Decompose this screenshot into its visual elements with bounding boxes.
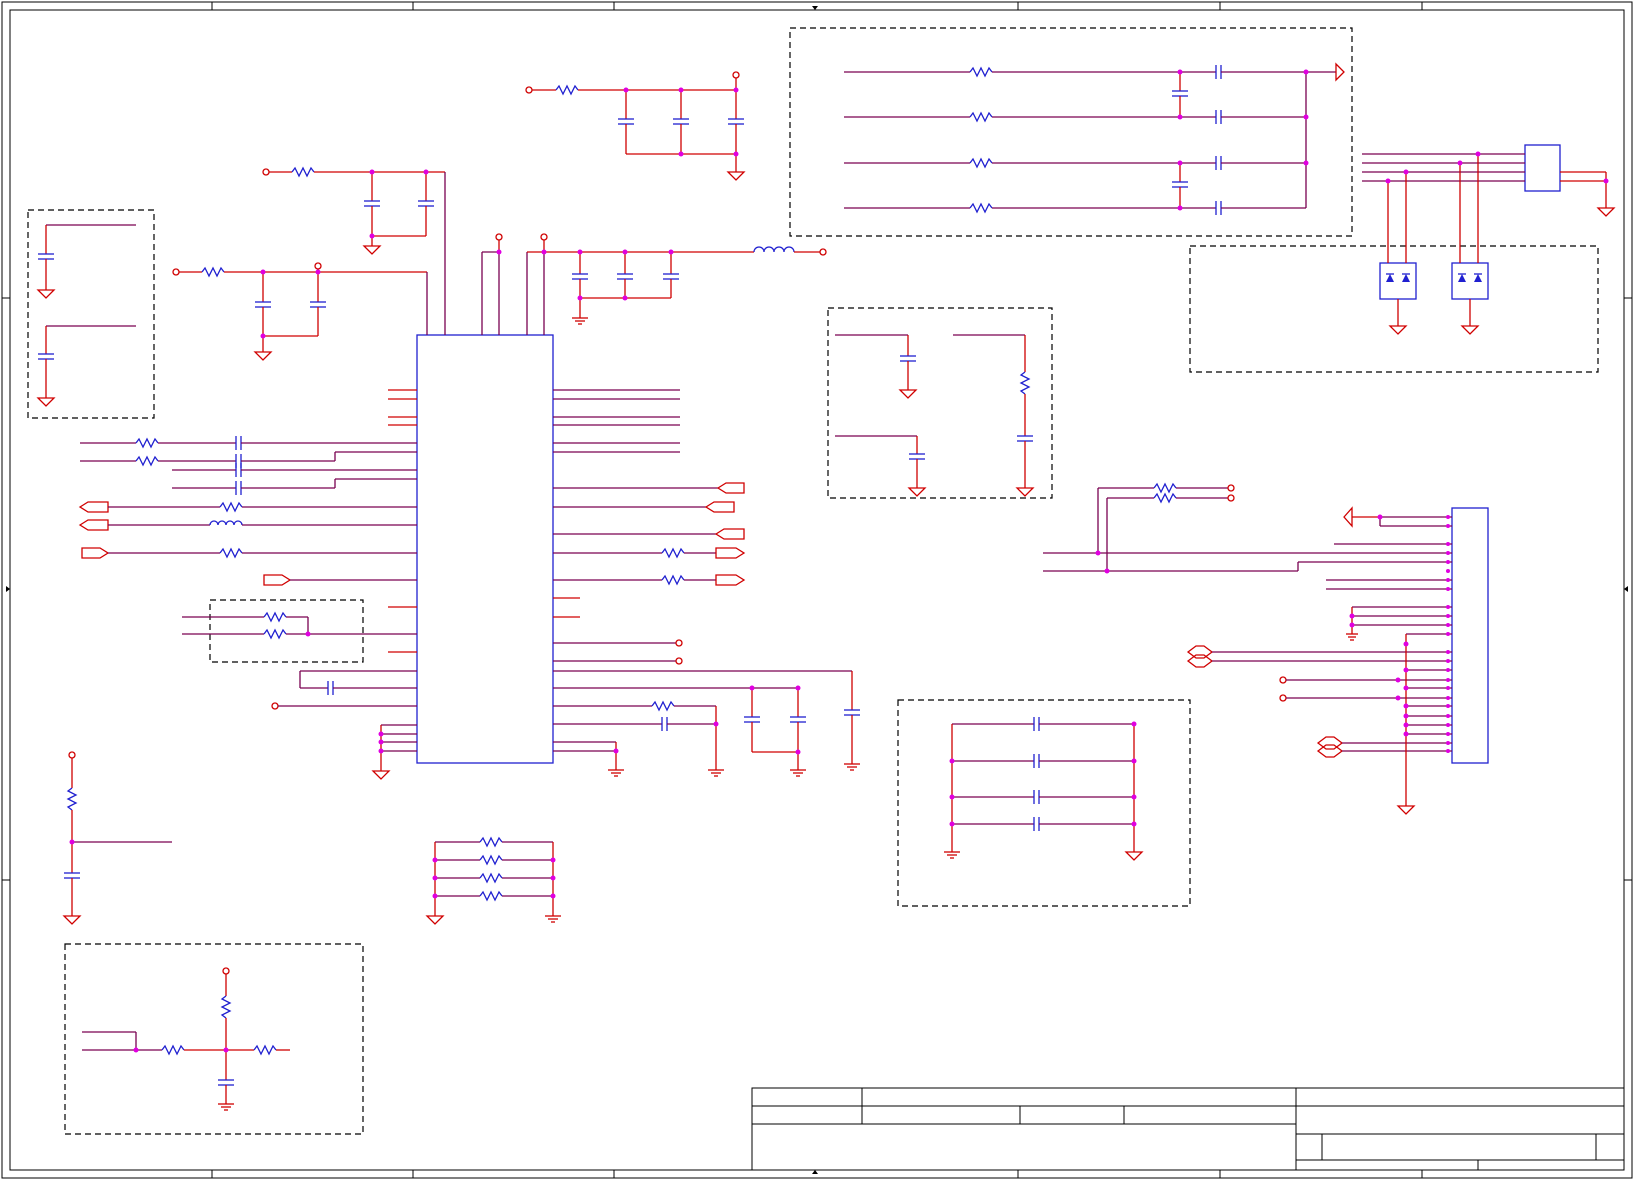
ic-left-inputs <box>78 389 417 780</box>
rail-left-1 <box>262 166 446 335</box>
bottom-left-block <box>82 967 290 1111</box>
title-block <box>751 1087 1625 1171</box>
left-decoupling-group <box>36 224 136 407</box>
main-ic <box>416 334 554 764</box>
rail-left-2 <box>172 262 428 361</box>
esd-block <box>1362 153 1616 335</box>
left-rc-divider <box>62 751 172 925</box>
resistor-bank <box>425 836 561 925</box>
small-block-top-right <box>1524 144 1561 192</box>
connector-pins <box>1186 506 1452 815</box>
connector-right <box>1451 507 1489 764</box>
middle-filter-block <box>835 334 1035 497</box>
sheet-frame <box>1 1 1633 1179</box>
junction-dots <box>69 69 1609 1053</box>
rail-top-center <box>525 71 746 181</box>
center-right-resistors <box>1043 482 1452 572</box>
bottom-cap-block <box>944 717 1144 861</box>
ic-right-outputs <box>553 389 860 777</box>
rc-filter-block <box>844 62 1345 215</box>
schematic-sheet <box>0 0 1634 1180</box>
rail-ic-top <box>481 233 827 335</box>
